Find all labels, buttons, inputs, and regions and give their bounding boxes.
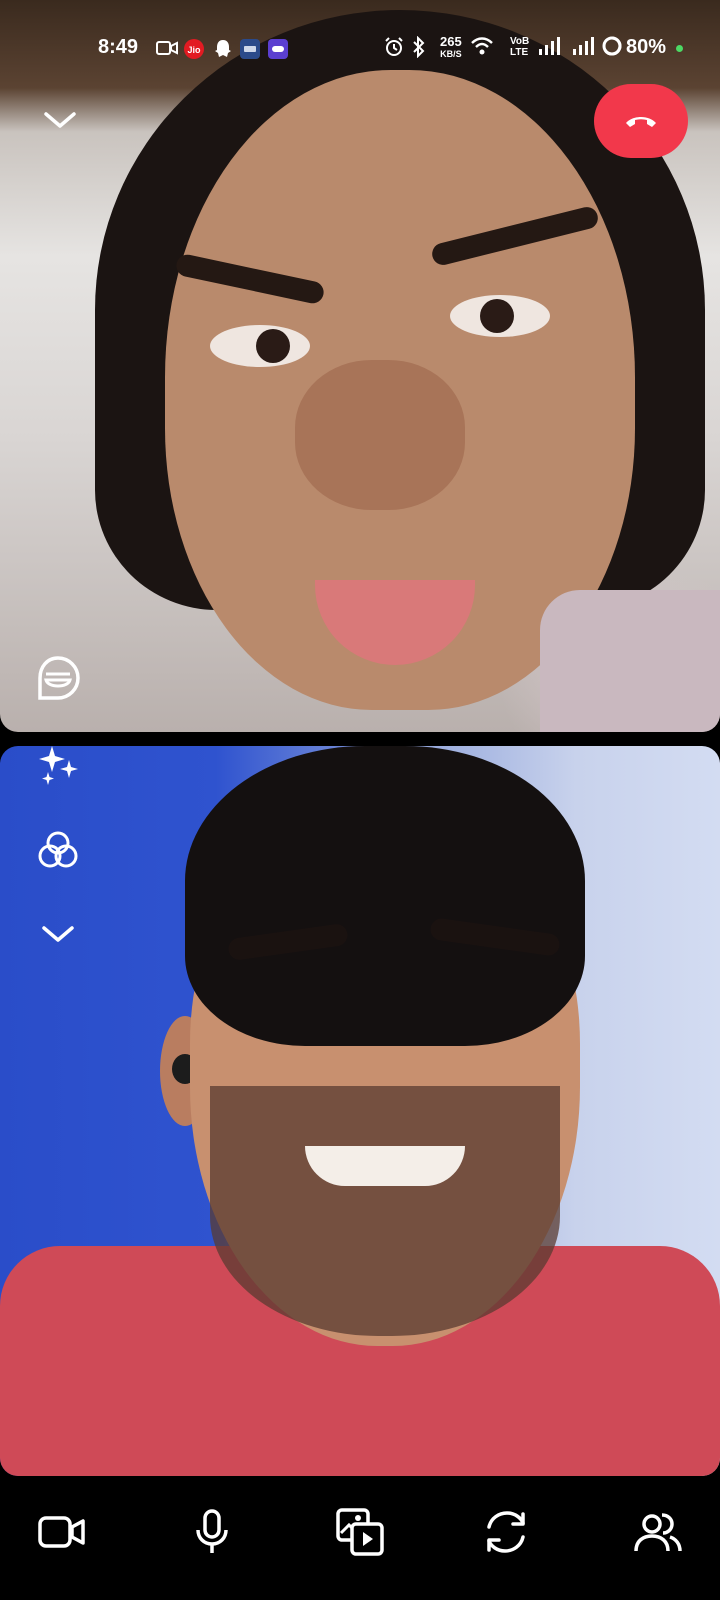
battery-icon bbox=[602, 36, 622, 56]
snap-icon bbox=[215, 40, 231, 57]
remote-eye-right bbox=[450, 295, 550, 337]
app-icon bbox=[268, 39, 288, 59]
sparkle-effects-icon[interactable] bbox=[36, 742, 80, 786]
call-controls-bar bbox=[0, 1480, 720, 1600]
signal-icon bbox=[573, 37, 594, 55]
media-share-button[interactable] bbox=[330, 1502, 390, 1562]
lens-icon[interactable] bbox=[34, 654, 82, 702]
video-icon bbox=[156, 41, 178, 55]
svg-text:Jio: Jio bbox=[187, 45, 201, 55]
local-smile bbox=[305, 1146, 465, 1186]
network-label-top: VoB bbox=[510, 36, 530, 47]
flip-camera-icon bbox=[487, 1511, 525, 1553]
participants-icon bbox=[634, 1513, 682, 1552]
remote-eye-left bbox=[210, 325, 310, 367]
remote-shirt bbox=[540, 590, 720, 732]
news-icon bbox=[240, 39, 260, 59]
alarm-icon bbox=[385, 37, 403, 56]
microphone-icon bbox=[196, 1509, 228, 1553]
remote-nose bbox=[295, 360, 465, 510]
end-call-icon bbox=[626, 117, 656, 127]
bluetooth-icon bbox=[413, 36, 425, 58]
wifi-icon bbox=[471, 37, 493, 55]
speed-unit: KB/S bbox=[440, 49, 462, 59]
filters-icon[interactable] bbox=[36, 828, 80, 872]
signal-icon bbox=[539, 37, 560, 55]
camera-toggle-button[interactable] bbox=[32, 1502, 92, 1562]
local-person-hair bbox=[185, 746, 585, 1046]
end-call-button[interactable] bbox=[594, 84, 688, 158]
collapse-icon[interactable] bbox=[42, 108, 78, 132]
local-video-tile[interactable] bbox=[0, 746, 720, 1476]
collapse-effects-icon[interactable] bbox=[40, 922, 76, 946]
network-label-bottom: LTE bbox=[510, 47, 529, 58]
speed-value: 265 bbox=[440, 34, 462, 49]
camera-toggle-icon bbox=[38, 1516, 85, 1548]
jio-icon: Jio bbox=[184, 39, 204, 59]
battery-percent: 80% bbox=[626, 36, 667, 58]
media-share-icon bbox=[336, 1508, 384, 1556]
network-type: VoB LTE bbox=[510, 36, 529, 58]
microphone-button[interactable] bbox=[182, 1502, 242, 1562]
status-time: 8:49 bbox=[98, 36, 139, 58]
network-speed: 265 KB/S bbox=[440, 34, 462, 60]
local-beard bbox=[210, 1086, 560, 1336]
flip-camera-button[interactable] bbox=[476, 1502, 536, 1562]
privacy-dot bbox=[676, 45, 683, 52]
participants-button[interactable] bbox=[628, 1502, 688, 1562]
status-bar: 8:49 Jio 265 KB/S VoB LTE 80% bbox=[0, 30, 720, 66]
